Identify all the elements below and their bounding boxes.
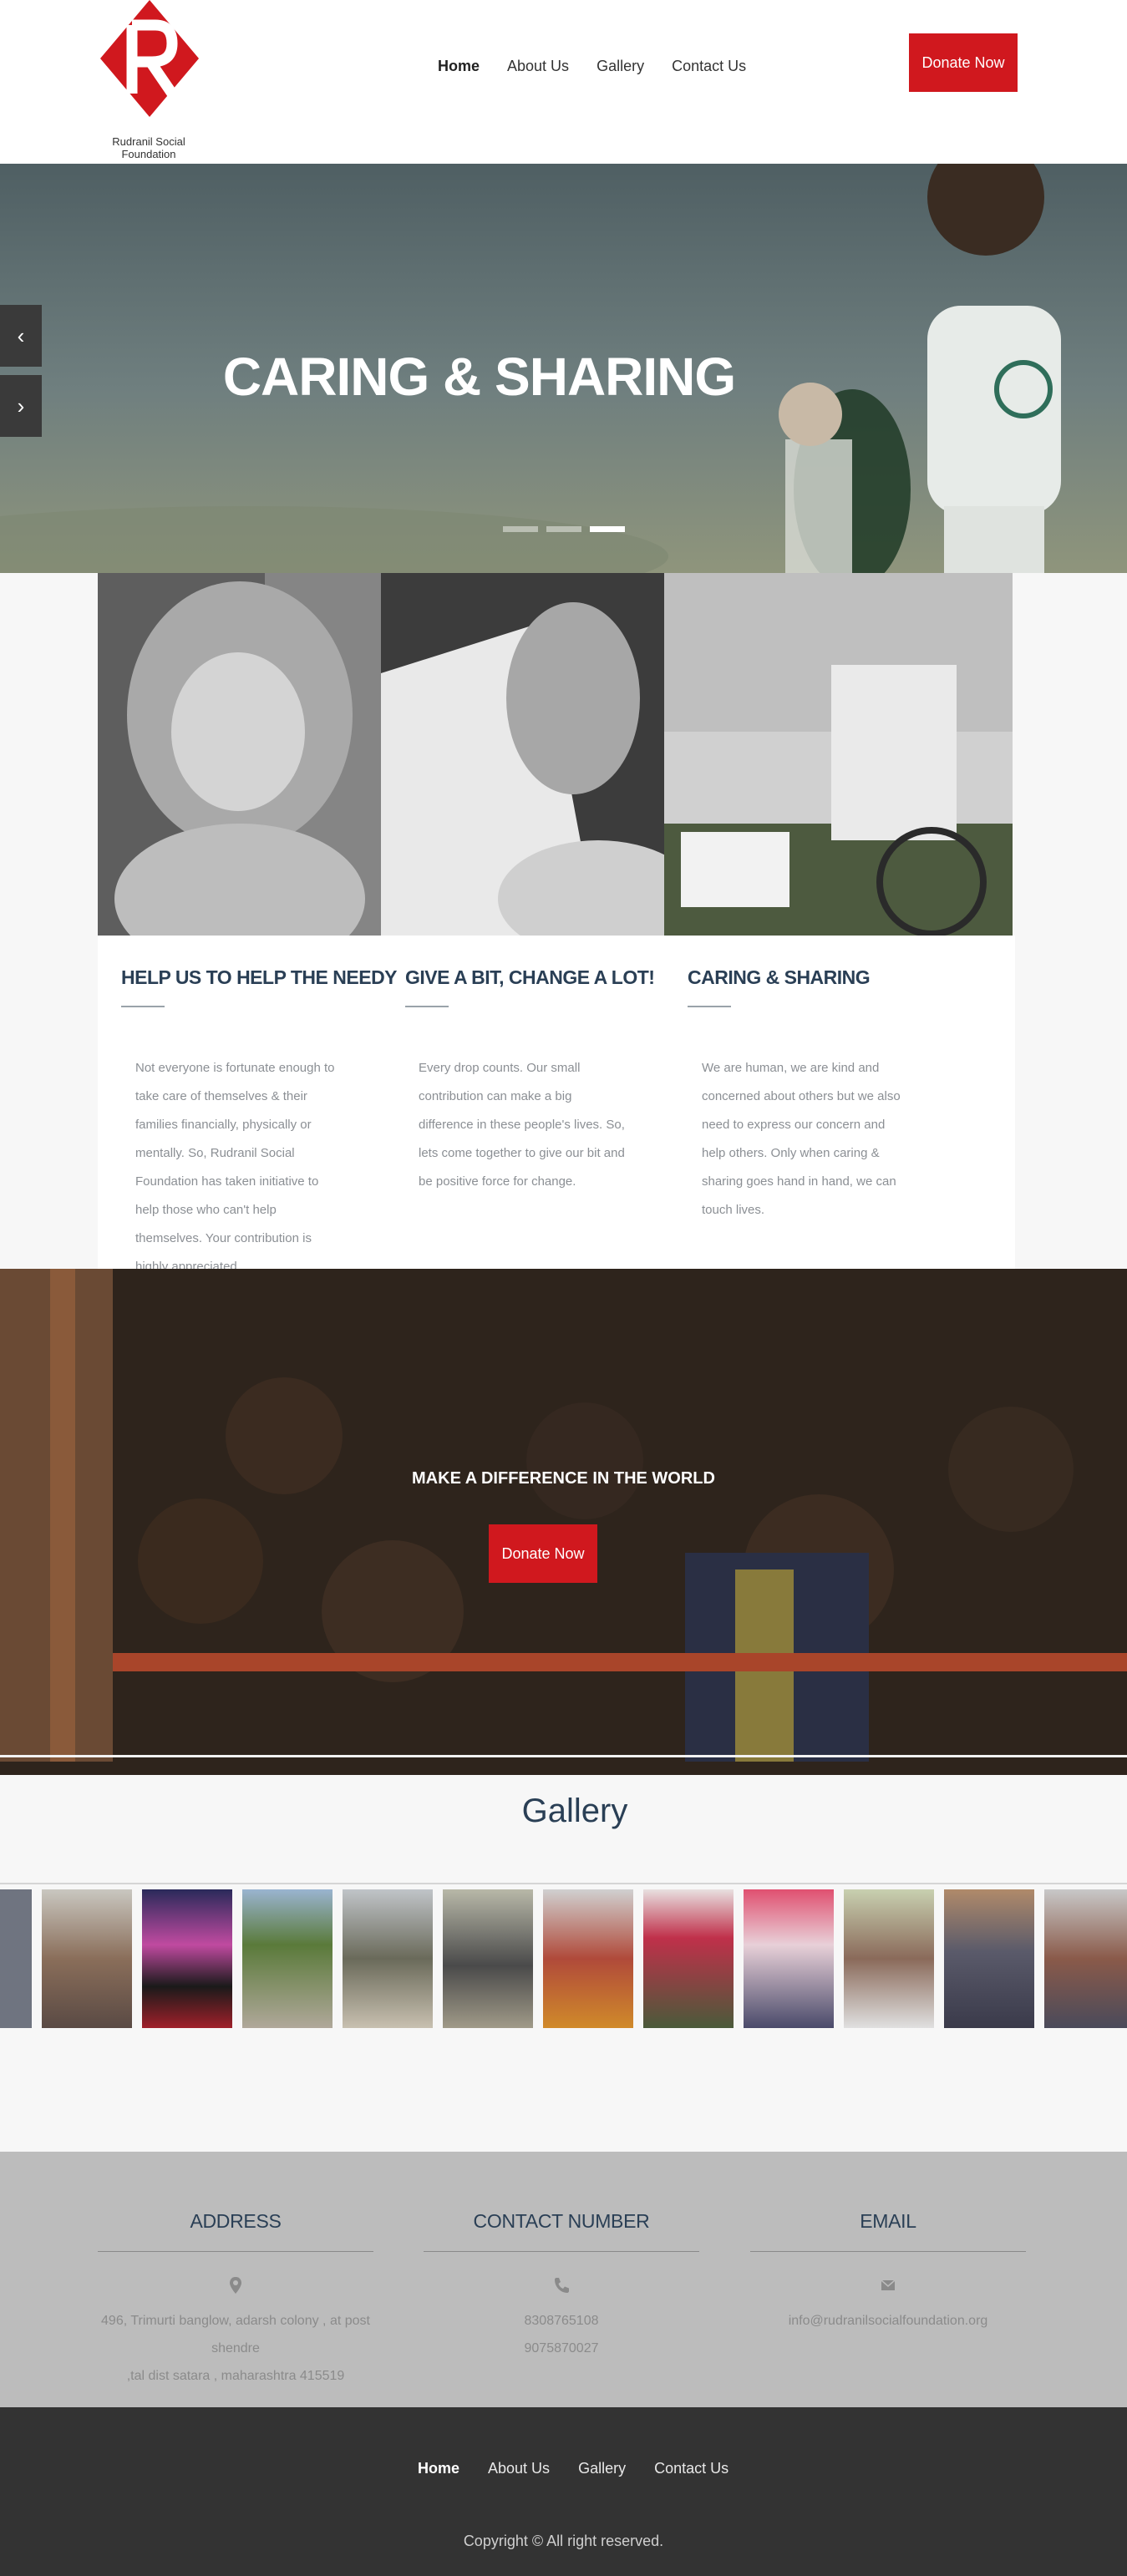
gallery-carousel bbox=[0, 1889, 1127, 2028]
footer-nav-home[interactable]: Home bbox=[418, 2456, 459, 2481]
child-photo bbox=[98, 573, 381, 936]
gallery-thumbnail[interactable] bbox=[543, 1889, 633, 2028]
contact-section: ADDRESS 496, Trimurti banglow, adarsh co… bbox=[0, 2152, 1127, 2407]
gallery-thumbnail[interactable] bbox=[944, 1889, 1034, 2028]
address-title: ADDRESS bbox=[190, 2210, 282, 2232]
site-logo[interactable]: Rudranil Social Foundation bbox=[90, 0, 207, 160]
nav-contact-us[interactable]: Contact Us bbox=[672, 53, 746, 79]
column-divider bbox=[98, 2251, 373, 2252]
gallery-thumbnail[interactable] bbox=[643, 1889, 734, 2028]
column-divider bbox=[750, 2251, 1026, 2252]
map-marker-icon bbox=[230, 2277, 241, 2294]
logo-mark-icon bbox=[100, 0, 199, 117]
gallery-thumbnail[interactable] bbox=[242, 1889, 333, 2028]
slide-indicator-2[interactable] bbox=[546, 526, 581, 532]
footer-nav-contact-us[interactable]: Contact Us bbox=[654, 2456, 728, 2481]
site-footer: Home About Us Gallery Contact Us Copyrig… bbox=[0, 2407, 1127, 2576]
slider-indicators bbox=[503, 526, 625, 532]
email-address[interactable]: info@rudranilsocialfoundation.org bbox=[734, 2307, 1043, 2335]
chevron-right-icon: › bbox=[17, 393, 25, 418]
card-text-needy: Not everyone is fortunate enough to take… bbox=[135, 1061, 335, 1274]
phone-text: 8308765108 9075870027 bbox=[407, 2307, 716, 2362]
card-image-give bbox=[381, 573, 664, 936]
phone-number-2[interactable]: 9075870027 bbox=[407, 2335, 716, 2362]
card-title-give: GIVE A BIT, CHANGE A LOT! bbox=[405, 966, 655, 988]
phone-icon bbox=[555, 2278, 569, 2293]
gallery-thumbnail[interactable] bbox=[844, 1889, 934, 2028]
email-title: EMAIL bbox=[860, 2210, 916, 2232]
gallery-thumbnail[interactable] bbox=[142, 1889, 232, 2028]
gallery-thumbnail[interactable] bbox=[744, 1889, 834, 2028]
gallery-thumbnail[interactable] bbox=[343, 1889, 433, 2028]
nav-home[interactable]: Home bbox=[438, 53, 480, 79]
phone-number-1[interactable]: 8308765108 bbox=[407, 2307, 716, 2335]
nav-about-us[interactable]: About Us bbox=[507, 53, 569, 79]
logo-text: Rudranil Social Foundation bbox=[112, 135, 185, 160]
phone-title: CONTACT NUMBER bbox=[473, 2210, 650, 2232]
footer-nav-gallery[interactable]: Gallery bbox=[578, 2456, 626, 2481]
card-image-needy bbox=[98, 573, 381, 936]
copyright-text: Copyright © All right reserved. bbox=[463, 2533, 664, 2549]
address-line-1: 496, Trimurti banglow, adarsh colony , a… bbox=[101, 2314, 370, 2355]
gallery-title: Gallery bbox=[521, 1793, 628, 1829]
card-image-caring bbox=[664, 573, 1013, 936]
address-text: 496, Trimurti banglow, adarsh colony , a… bbox=[81, 2307, 390, 2390]
address-line-2: ,tal dist satara , maharashtra 415519 bbox=[126, 2369, 345, 2383]
cta-title: MAKE A DIFFERENCE IN THE WORLD bbox=[412, 1469, 715, 1488]
gallery-thumbnail[interactable] bbox=[443, 1889, 533, 2028]
site-header: Rudranil Social Foundation Home About Us… bbox=[0, 0, 1127, 164]
slide-indicator-3[interactable] bbox=[590, 526, 625, 532]
donate-now-button[interactable]: Donate Now bbox=[909, 33, 1018, 92]
gallery-thumbnail[interactable] bbox=[42, 1889, 132, 2028]
hero-title: CARING & SHARING bbox=[222, 347, 736, 407]
card-text-give: Every drop counts. Our small contributio… bbox=[419, 1061, 625, 1189]
donate-cta-section: MAKE A DIFFERENCE IN THE WORLD Donate No… bbox=[0, 1269, 1127, 1775]
gallery-thumbnail[interactable] bbox=[0, 1889, 32, 2028]
wheelchair-photo bbox=[664, 573, 1013, 936]
column-divider bbox=[424, 2251, 699, 2252]
slide-indicator-1[interactable] bbox=[503, 526, 538, 532]
envelope-icon bbox=[881, 2279, 896, 2290]
card-text-caring: We are human, we are kind and concerned … bbox=[702, 1061, 901, 1217]
nav-gallery[interactable]: Gallery bbox=[596, 53, 644, 79]
gallery-thumbnail[interactable] bbox=[1044, 1889, 1127, 2028]
girl-reading-photo bbox=[381, 573, 664, 936]
footer-nav: Home About Us Gallery Contact Us bbox=[418, 2456, 757, 2481]
gallery-divider bbox=[0, 1883, 1127, 1884]
chevron-left-icon: ‹ bbox=[17, 323, 25, 348]
card-divider bbox=[405, 1006, 449, 1007]
hero-slider: CARING & SHARING ‹ › bbox=[0, 164, 1127, 573]
card-title-needy: HELP US TO HELP THE NEEDY bbox=[121, 966, 398, 988]
card-title-caring: CARING & SHARING bbox=[688, 966, 871, 988]
main-nav: Home About Us Gallery Contact Us bbox=[438, 53, 774, 79]
footer-nav-about-us[interactable]: About Us bbox=[488, 2456, 550, 2481]
card-divider bbox=[121, 1006, 165, 1007]
slider-next-button[interactable]: › bbox=[0, 375, 42, 437]
cta-donate-button[interactable]: Donate Now bbox=[489, 1524, 597, 1583]
children-background-photo bbox=[0, 1269, 1127, 1775]
slider-prev-button[interactable]: ‹ bbox=[0, 305, 42, 367]
email-text: info@rudranilsocialfoundation.org bbox=[734, 2307, 1043, 2335]
card-divider bbox=[688, 1006, 731, 1007]
